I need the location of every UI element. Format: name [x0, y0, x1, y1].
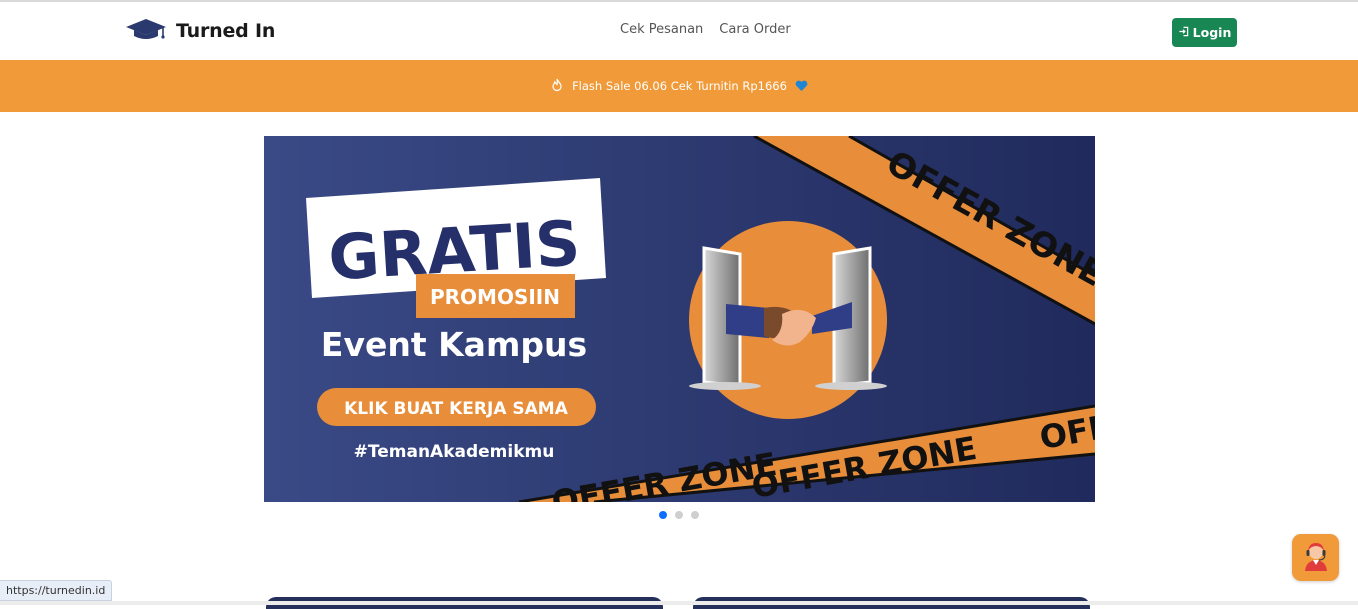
carousel-indicators — [659, 511, 699, 519]
hero-carousel[interactable]: OFFER ZONE OFFER ZONE OFFER ZONE OFFER Z… — [264, 136, 1095, 502]
handshake-illustration — [689, 221, 887, 419]
carousel-indicator-2[interactable] — [675, 511, 683, 519]
brand-logo-link[interactable]: Turned In — [125, 16, 275, 46]
customer-service-button[interactable] — [1292, 534, 1339, 581]
hero-slide-image[interactable]: OFFER ZONE OFFER ZONE OFFER ZONE OFFER Z… — [264, 136, 1095, 502]
blue-heart-icon — [795, 77, 808, 96]
login-icon — [1178, 25, 1189, 40]
bottom-strip — [0, 601, 1358, 605]
carousel-indicator-1[interactable] — [659, 511, 667, 519]
cta-text[interactable]: KLIK BUAT KERJA SAMA — [344, 399, 569, 419]
nav-links: Cek Pesanan Cara Order — [620, 22, 791, 37]
nav-link-cek-pesanan[interactable]: Cek Pesanan — [620, 22, 703, 37]
navbar: Turned In Cek Pesanan Cara Order Login — [0, 2, 1358, 60]
graduation-cap-icon — [125, 17, 167, 45]
nav-link-cara-order[interactable]: Cara Order — [719, 22, 790, 37]
customer-service-icon — [1300, 540, 1332, 576]
subheadline-promosiin: PROMOSIIN — [430, 285, 560, 309]
fire-icon — [550, 77, 564, 96]
login-label: Login — [1192, 25, 1232, 40]
status-url-bar: https://turnedin.id — [0, 580, 113, 601]
hashtag-text: #TemanAkademikmu — [354, 442, 555, 462]
login-button[interactable]: Login — [1172, 18, 1237, 47]
carousel-indicator-3[interactable] — [691, 511, 699, 519]
slide-title: Event Kampus — [321, 325, 587, 364]
brand-name: Turned In — [176, 20, 276, 42]
announcement-text: Flash Sale 06.06 Cek Turnitin Rp1666 — [572, 79, 787, 93]
announcement-banner: Flash Sale 06.06 Cek Turnitin Rp1666 — [0, 60, 1358, 112]
